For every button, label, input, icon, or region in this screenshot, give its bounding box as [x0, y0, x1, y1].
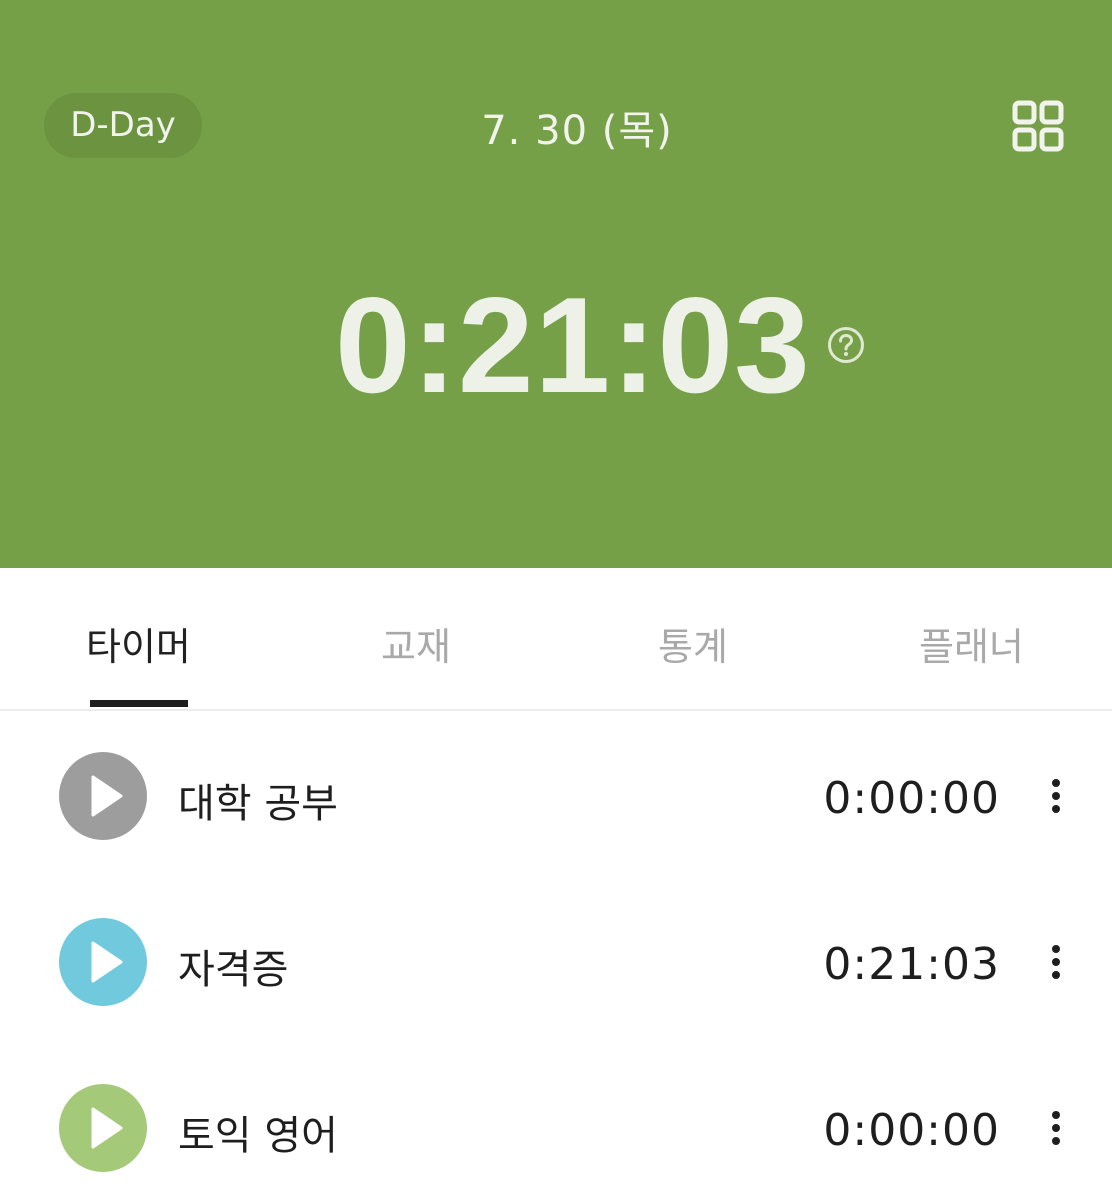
- subject-name: 대학 공부: [178, 781, 338, 827]
- tab-timer[interactable]: 타이머: [86, 616, 191, 671]
- tab-statistics[interactable]: 통계: [658, 616, 728, 671]
- grid-icon: [1012, 100, 1064, 152]
- timer-header: D-Day 7. 30 (목) 0:21:03: [0, 0, 1112, 568]
- tab-textbook[interactable]: 교재: [381, 616, 451, 671]
- play-button[interactable]: [59, 1084, 147, 1172]
- more-vertical-icon: [1052, 945, 1060, 979]
- more-options-button[interactable]: [1040, 937, 1072, 987]
- subject-row: 토익 영어 0:00:00: [0, 1073, 1112, 1183]
- subject-time: 0:21:03: [823, 939, 1000, 990]
- question-circle-icon: [828, 327, 864, 363]
- tab-planner[interactable]: 플래너: [919, 616, 1024, 671]
- more-options-button[interactable]: [1040, 771, 1072, 821]
- subject-name: 자격증: [178, 947, 289, 993]
- subject-name: 토익 영어: [178, 1113, 338, 1159]
- play-button[interactable]: [59, 918, 147, 1006]
- subject-row: 대학 공부 0:00:00: [0, 741, 1112, 851]
- active-tab-indicator: [90, 700, 188, 707]
- subject-row: 자격증 0:21:03: [0, 907, 1112, 1017]
- total-study-time: 0:21:03: [335, 269, 811, 421]
- subject-time: 0:00:00: [823, 773, 1000, 824]
- tab-bar: 타이머 교재 통계 플래너: [0, 568, 1112, 711]
- play-button[interactable]: [59, 752, 147, 840]
- grid-menu-button[interactable]: [1012, 100, 1064, 152]
- play-icon: [91, 775, 123, 817]
- play-icon: [91, 941, 123, 983]
- help-button[interactable]: [827, 326, 865, 364]
- more-options-button[interactable]: [1040, 1103, 1072, 1153]
- more-vertical-icon: [1052, 1111, 1060, 1145]
- date-label: 7. 30 (목): [481, 108, 673, 154]
- play-icon: [91, 1107, 123, 1149]
- more-vertical-icon: [1052, 779, 1060, 813]
- subject-time: 0:00:00: [823, 1105, 1000, 1156]
